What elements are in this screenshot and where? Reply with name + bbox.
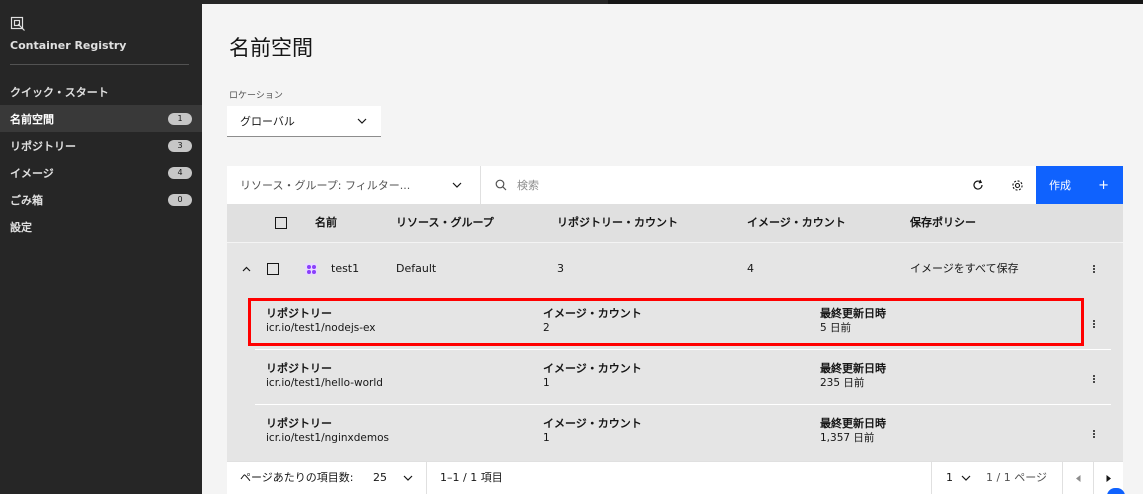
highlight-box (248, 298, 1084, 346)
overflow-menu-button[interactable] (1089, 262, 1099, 276)
repository-label: リポジトリー (266, 417, 332, 430)
caret-right-icon (1106, 474, 1111, 482)
repository-path[interactable]: icr.io/test1/nginxdemos (266, 431, 389, 445)
sidebar-divider (10, 64, 189, 65)
column-header-image-count[interactable]: イメージ・カウント (747, 204, 846, 242)
repository-path[interactable]: icr.io/test1/hello-world (266, 376, 383, 390)
page-total: 1 / 1 ページ (986, 471, 1047, 484)
chevron-down-icon[interactable] (403, 475, 413, 481)
image-count-label: イメージ・カウント (543, 362, 642, 375)
image-count-value: 1 (543, 432, 550, 444)
sidebar-item-label: 名前空間 (10, 112, 54, 126)
sidebar-item-namespaces[interactable]: 名前空間 1 (0, 105, 202, 132)
location-value: グローバル (240, 115, 295, 128)
table-toolbar: リソース・グループ: フィルター... 作成 + (227, 166, 1123, 204)
refresh-icon (973, 179, 983, 190)
overflow-menu-button[interactable] (1089, 427, 1099, 441)
sidebar: Container Registry クイック・スタート 名前空間 1 リポジト… (0, 4, 202, 494)
location-label: ロケーション (229, 91, 283, 101)
create-button[interactable]: 作成 + (1036, 166, 1123, 204)
count-badge: 4 (168, 166, 192, 179)
select-all-checkbox[interactable] (275, 217, 287, 229)
table-header: 名前 リソース・グループ リポジトリー・カウント イメージ・カウント 保存ポリシ… (227, 204, 1123, 242)
sidebar-item-trash[interactable]: ごみ箱 0 (0, 186, 202, 213)
chevron-up-icon[interactable] (242, 266, 251, 272)
count-badge: 1 (168, 112, 192, 125)
namespace-name[interactable]: test1 (331, 243, 359, 295)
sidebar-item-label: ごみ箱 (10, 193, 43, 207)
sidebar-nav: クイック・スタート 名前空間 1 リポジトリー 3 イメージ 4 ごみ箱 0 設… (0, 78, 202, 240)
last-updated-label: 最終更新日時 (820, 362, 886, 375)
image-count-value: 1 (543, 377, 550, 389)
column-header-name[interactable]: 名前 (315, 204, 337, 242)
column-header-resource-group[interactable]: リソース・グループ (396, 204, 494, 242)
sidebar-item-label: イメージ (10, 166, 54, 180)
refresh-button[interactable] (959, 166, 997, 204)
repository-label: リポジトリー (266, 362, 332, 375)
row-checkbox[interactable] (267, 263, 279, 275)
column-header-retention-policy[interactable]: 保存ポリシー (910, 204, 976, 242)
create-button-label: 作成 (1049, 179, 1071, 192)
app-title: Container Registry (10, 39, 127, 52)
plus-icon: + (1098, 177, 1109, 193)
page-select[interactable]: 1 (946, 462, 953, 494)
gear-icon (1011, 179, 1023, 191)
image-count-label: イメージ・カウント (543, 417, 642, 430)
sidebar-item-repositories[interactable]: リポジトリー 3 (0, 132, 202, 159)
item-range: 1–1 / 1 項目 (440, 471, 503, 484)
overflow-menu-button[interactable] (1089, 317, 1099, 331)
items-per-page-select[interactable]: 25 (373, 462, 387, 494)
repository-row[interactable]: リポジトリー icr.io/test1/nginxdemos イメージ・カウント 1… (255, 405, 1111, 460)
namespace-icon (305, 263, 317, 275)
resource-group-filter[interactable]: リソース・グループ: フィルター... (227, 166, 481, 204)
repository-row[interactable]: リポジトリー icr.io/test1/hello-world イメージ・カウント… (255, 350, 1111, 405)
count-badge: 3 (168, 139, 192, 152)
last-updated-value: 1,357 日前 (820, 432, 875, 444)
search-input[interactable] (517, 178, 937, 192)
items-per-page-label: ページあたりの項目数: (240, 471, 354, 484)
chevron-down-icon (357, 118, 367, 124)
chevron-down-icon[interactable] (961, 475, 971, 481)
count-badge: 0 (168, 193, 192, 206)
page-title: 名前空間 (229, 36, 313, 60)
brand[interactable]: Container Registry (10, 16, 126, 52)
sidebar-item-quick-start[interactable]: クイック・スタート (0, 78, 202, 105)
last-updated-label: 最終更新日時 (820, 417, 886, 430)
sidebar-item-label: リポジトリー (10, 139, 76, 153)
sidebar-item-settings[interactable]: 設定 (0, 213, 202, 240)
chevron-down-icon (452, 182, 462, 188)
previous-page-button[interactable] (1063, 462, 1093, 494)
sidebar-item-label: クイック・スタート (10, 85, 109, 99)
last-updated-value: 235 日前 (820, 377, 865, 389)
container-registry-icon (10, 16, 25, 31)
caret-left-icon (1075, 474, 1080, 482)
settings-button[interactable] (998, 166, 1036, 204)
overflow-menu-button[interactable] (1089, 372, 1099, 386)
repository-count-cell: 3 (557, 262, 564, 275)
search-bar (481, 166, 959, 204)
image-count-cell: 4 (747, 262, 754, 275)
pagination: ページあたりの項目数: 25 1–1 / 1 項目 1 1 / 1 ページ (227, 461, 1123, 494)
column-header-repository-count[interactable]: リポジトリー・カウント (557, 204, 678, 242)
resource-group-filter-label: リソース・グループ: フィルター... (240, 179, 411, 192)
retention-policy-cell: イメージをすべて保存 (910, 262, 1019, 275)
search-icon (495, 179, 507, 191)
table-row[interactable]: test1 Default 3 4 イメージをすべて保存 (227, 243, 1123, 295)
sidebar-item-label: 設定 (10, 220, 32, 234)
sidebar-item-images[interactable]: イメージ 4 (0, 159, 202, 186)
resource-group-cell: Default (396, 262, 437, 275)
location-dropdown[interactable]: グローバル (227, 106, 381, 137)
